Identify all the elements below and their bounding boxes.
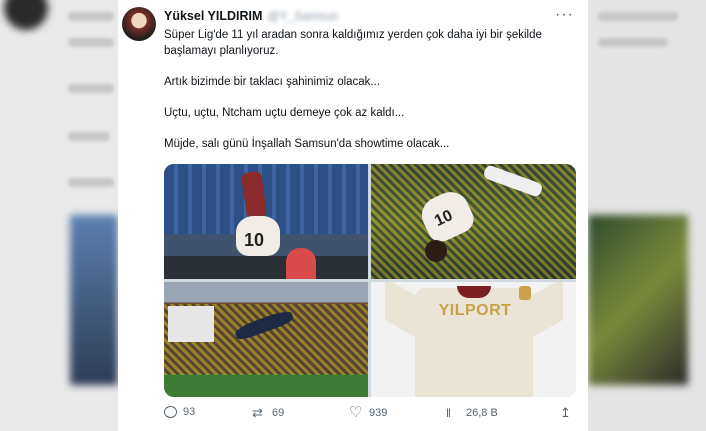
tweet-line: Müjde, salı günü İnşallah Samsun'da show… [164, 138, 450, 151]
background-text [68, 178, 114, 187]
tweet-header: Yüksel YILDIRIM @Y_Samsun [164, 9, 338, 23]
media-grid: 10 10 YILPORT [164, 164, 576, 397]
tweet-line-gap [164, 90, 574, 106]
tweet-actions: 93 69 939 26,8 B [164, 406, 582, 424]
crowd-foreground [164, 256, 368, 279]
bystander [286, 248, 316, 279]
retweet-count: 69 [272, 407, 285, 419]
background-text [68, 84, 114, 93]
tweet-line: Artık bizimde bir taklacı şahinimiz olac… [164, 75, 381, 88]
tweet-card: Yüksel YILDIRIM @Y_Samsun ··· Süper Lig'… [118, 0, 588, 431]
reply-count: 93 [183, 406, 196, 418]
stadium-building [168, 306, 214, 342]
reply-icon [164, 406, 177, 418]
like-button[interactable]: 939 [349, 406, 387, 420]
tweet-line: başlamayı planlıyoruz. [164, 44, 279, 57]
like-icon [349, 406, 363, 420]
share-icon [560, 406, 574, 420]
like-count: 939 [369, 407, 388, 419]
background-left [0, 0, 118, 431]
background-photo [588, 215, 688, 385]
tweet-line-gap [164, 59, 574, 75]
background-text [598, 38, 668, 47]
photo-jersey[interactable]: YILPORT [371, 282, 576, 397]
background-photo [70, 215, 118, 385]
player-head [425, 240, 447, 262]
background-text [598, 12, 678, 21]
display-name[interactable]: Yüksel YILDIRIM [164, 9, 262, 23]
views-count: 26,8 B [466, 407, 498, 419]
share-button[interactable] [560, 406, 574, 420]
retweet-icon [252, 406, 266, 420]
jersey-badge [519, 286, 531, 300]
tweet-line: Süper Lig'de 11 yıl aradan sonra kaldığı… [164, 29, 542, 41]
photo-player-flip-stadium[interactable]: 10 [164, 164, 368, 279]
tweet-line-gap [164, 122, 574, 138]
reply-button[interactable]: 93 [164, 406, 195, 418]
background-text [68, 12, 114, 21]
player-number: 10 [244, 230, 265, 250]
background-text [68, 132, 110, 141]
jersey-sponsor-text: YILPORT [438, 302, 512, 319]
tweet-text: Süper Lig'de 11 yıl aradan sonra kaldığı… [164, 28, 574, 153]
views-icon [446, 406, 460, 420]
tweet-line: Uçtu, uçtu, Ntcham uçtu demeye çok az ka… [164, 106, 405, 119]
retweet-button[interactable]: 69 [252, 406, 284, 420]
background-text [68, 38, 114, 47]
background-right [588, 0, 706, 431]
views-button[interactable]: 26,8 B [446, 406, 498, 420]
photo-player-midair[interactable]: 10 [371, 164, 576, 279]
photo-stadium-wide[interactable] [164, 282, 368, 397]
handle[interactable]: @Y_Samsun [267, 9, 338, 23]
avatar[interactable] [122, 7, 156, 41]
background-avatar [4, 0, 48, 30]
stadium-roof [164, 282, 368, 302]
more-icon[interactable]: ··· [555, 6, 574, 24]
